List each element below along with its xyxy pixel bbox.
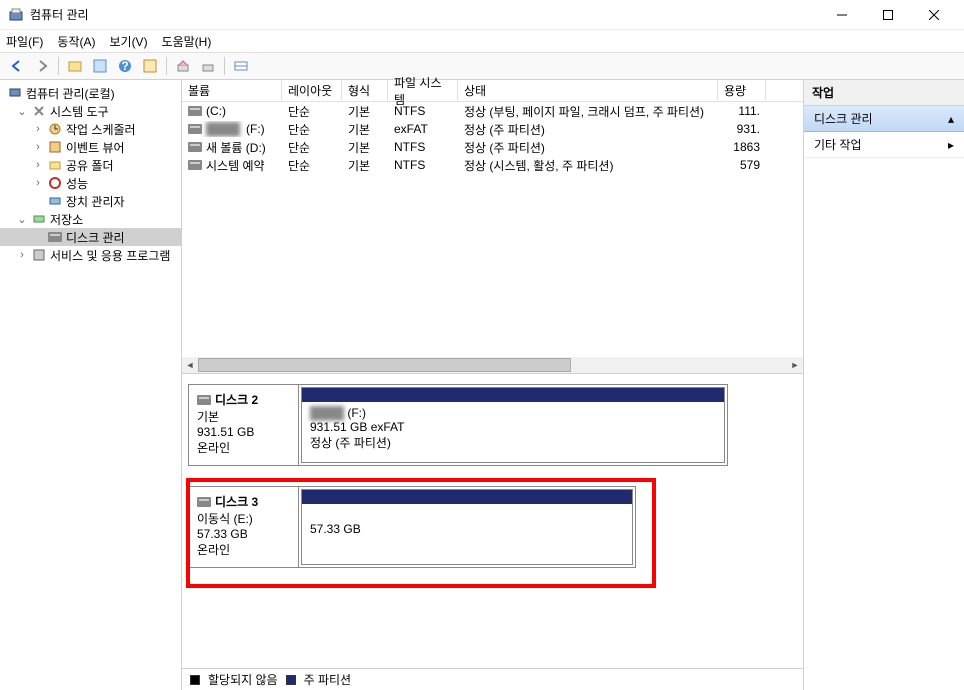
titlebar: 컴퓨터 관리 <box>0 0 964 30</box>
performance-icon <box>47 175 63 191</box>
action-other[interactable]: 기타 작업 ▸ <box>804 132 964 158</box>
expand-icon[interactable]: › <box>32 159 44 171</box>
actions-panel: 작업 디스크 관리 ▴ 기타 작업 ▸ <box>804 80 964 690</box>
toolbar-btn-2[interactable] <box>89 55 111 77</box>
disk-info: 디스크 3 이동식 (E:) 57.33 GB 온라인 <box>189 487 299 567</box>
volume-row[interactable]: (C:) 단순 기본 NTFS 정상 (부팅, 페이지 파일, 크래시 덤프, … <box>182 102 803 120</box>
toolbar-btn-1[interactable] <box>64 55 86 77</box>
scroll-thumb[interactable] <box>198 358 571 372</box>
horizontal-scrollbar[interactable]: ◄ ► <box>182 357 803 373</box>
menu-file[interactable]: 파일(F) <box>6 33 43 50</box>
tree-storage[interactable]: ⌄ 저장소 <box>0 210 181 228</box>
col-header-capacity[interactable]: 용량 <box>718 80 766 101</box>
partition[interactable]: 57.33 GB <box>301 489 633 565</box>
col-header-status[interactable]: 상태 <box>458 80 718 101</box>
partition-header <box>302 490 632 504</box>
collapse-arrow-icon: ▴ <box>948 112 954 126</box>
col-header-layout[interactable]: 레이아웃 <box>282 80 342 101</box>
clock-icon <box>47 121 63 137</box>
actions-header: 작업 <box>804 80 964 106</box>
toolbar: ? <box>0 52 964 80</box>
expand-icon[interactable]: › <box>32 141 44 153</box>
folder-icon <box>47 157 63 173</box>
disk-info: 디스크 2 기본 931.51 GB 온라인 <box>189 385 299 465</box>
toolbar-sep <box>58 57 59 75</box>
volume-row[interactable]: 새 볼륨 (D:) 단순 기본 NTFS 정상 (주 파티션) 1863 <box>182 138 803 156</box>
services-icon <box>31 247 47 263</box>
legend-swatch-unallocated <box>190 675 200 685</box>
tree-services[interactable]: › 서비스 및 응용 프로그램 <box>0 246 181 264</box>
navigation-tree: 컴퓨터 관리(로컬) ⌄ 시스템 도구 › 작업 스케줄러 › 이벤트 뷰어 ›… <box>0 80 182 690</box>
tree-performance[interactable]: › 성능 <box>0 174 181 192</box>
expand-arrow-icon: ▸ <box>948 138 954 152</box>
toolbar-btn-4[interactable] <box>172 55 194 77</box>
help-button[interactable]: ? <box>114 55 136 77</box>
tree-task-scheduler[interactable]: › 작업 스케줄러 <box>0 120 181 138</box>
storage-icon <box>31 211 47 227</box>
volume-rows: (C:) 단순 기본 NTFS 정상 (부팅, 페이지 파일, 크래시 덤프, … <box>182 102 803 357</box>
scroll-right-icon[interactable]: ► <box>787 357 803 373</box>
col-header-volume[interactable]: 볼륨 <box>182 80 282 101</box>
volume-row[interactable]: ████(F:) 단순 기본 exFAT 정상 (주 파티션) 931. <box>182 120 803 138</box>
back-button[interactable] <box>6 55 28 77</box>
tree-root[interactable]: 컴퓨터 관리(로컬) <box>0 84 181 102</box>
expand-icon[interactable]: › <box>32 123 44 135</box>
forward-button[interactable] <box>31 55 53 77</box>
toolbar-btn-6[interactable] <box>230 55 252 77</box>
toolbar-sep <box>166 57 167 75</box>
maximize-button[interactable] <box>874 4 902 26</box>
expand-icon[interactable]: › <box>16 249 28 261</box>
volume-list: 볼륨 레이아웃 형식 파일 시스템 상태 용량 (C:) 단순 기본 NTFS … <box>182 80 803 374</box>
drive-icon <box>188 142 202 152</box>
expand-icon[interactable]: › <box>32 177 44 189</box>
drive-icon <box>188 124 202 134</box>
center-panel: 볼륨 레이아웃 형식 파일 시스템 상태 용량 (C:) 단순 기본 NTFS … <box>182 80 804 690</box>
legend-unallocated-label: 할당되지 않음 <box>208 671 278 688</box>
partition[interactable]: ████ (F:) 931.51 GB exFAT 정상 (주 파티션) <box>301 387 725 463</box>
close-button[interactable] <box>920 4 948 26</box>
tree-shared-folders[interactable]: › 공유 폴더 <box>0 156 181 174</box>
app-icon <box>8 7 24 23</box>
legend: 할당되지 않음 주 파티션 <box>182 668 803 690</box>
drive-icon <box>197 497 211 507</box>
tree-event-viewer[interactable]: › 이벤트 뷰어 <box>0 138 181 156</box>
window-title: 컴퓨터 관리 <box>30 6 828 23</box>
toolbar-sep <box>224 57 225 75</box>
scroll-left-icon[interactable]: ◄ <box>182 357 198 373</box>
legend-primary-label: 주 파티션 <box>304 671 352 688</box>
drive-icon <box>188 160 202 170</box>
action-disk-management[interactable]: 디스크 관리 ▴ <box>804 106 964 132</box>
volume-header-row: 볼륨 레이아웃 형식 파일 시스템 상태 용량 <box>182 80 803 102</box>
drive-icon <box>197 395 211 405</box>
disk-graphical-view: 디스크 2 기본 931.51 GB 온라인 ████ (F:) 931.51 … <box>182 374 803 668</box>
disk-row-2[interactable]: 디스크 2 기본 931.51 GB 온라인 ████ (F:) 931.51 … <box>188 384 728 466</box>
device-icon <box>47 193 63 209</box>
computer-icon <box>7 85 23 101</box>
disk-row-3[interactable]: 디스크 3 이동식 (E:) 57.33 GB 온라인 57.33 GB <box>188 486 636 568</box>
menu-view[interactable]: 보기(V) <box>109 33 147 50</box>
toolbar-btn-3[interactable] <box>139 55 161 77</box>
main-area: 컴퓨터 관리(로컬) ⌄ 시스템 도구 › 작업 스케줄러 › 이벤트 뷰어 ›… <box>0 80 964 690</box>
tree-device-manager[interactable]: 장치 관리자 <box>0 192 181 210</box>
disk-icon <box>47 229 63 245</box>
menu-action[interactable]: 동작(A) <box>57 33 95 50</box>
volume-row[interactable]: 시스템 예약 단순 기본 NTFS 정상 (시스템, 활성, 주 파티션) 57… <box>182 156 803 174</box>
menu-help[interactable]: 도움말(H) <box>162 33 212 50</box>
svg-text:?: ? <box>121 59 128 73</box>
col-header-fs[interactable]: 파일 시스템 <box>388 80 458 101</box>
menubar: 파일(F) 동작(A) 보기(V) 도움말(H) <box>0 30 964 52</box>
col-header-type[interactable]: 형식 <box>342 80 388 101</box>
collapse-icon[interactable]: ⌄ <box>16 105 28 118</box>
collapse-icon[interactable]: ⌄ <box>16 213 28 226</box>
event-icon <box>47 139 63 155</box>
tree-disk-management[interactable]: 디스크 관리 <box>0 228 181 246</box>
tree-system-tools[interactable]: ⌄ 시스템 도구 <box>0 102 181 120</box>
partition-header <box>302 388 724 402</box>
tools-icon <box>31 103 47 119</box>
toolbar-btn-5[interactable] <box>197 55 219 77</box>
minimize-button[interactable] <box>828 4 856 26</box>
legend-swatch-primary <box>286 675 296 685</box>
drive-icon <box>188 106 202 116</box>
